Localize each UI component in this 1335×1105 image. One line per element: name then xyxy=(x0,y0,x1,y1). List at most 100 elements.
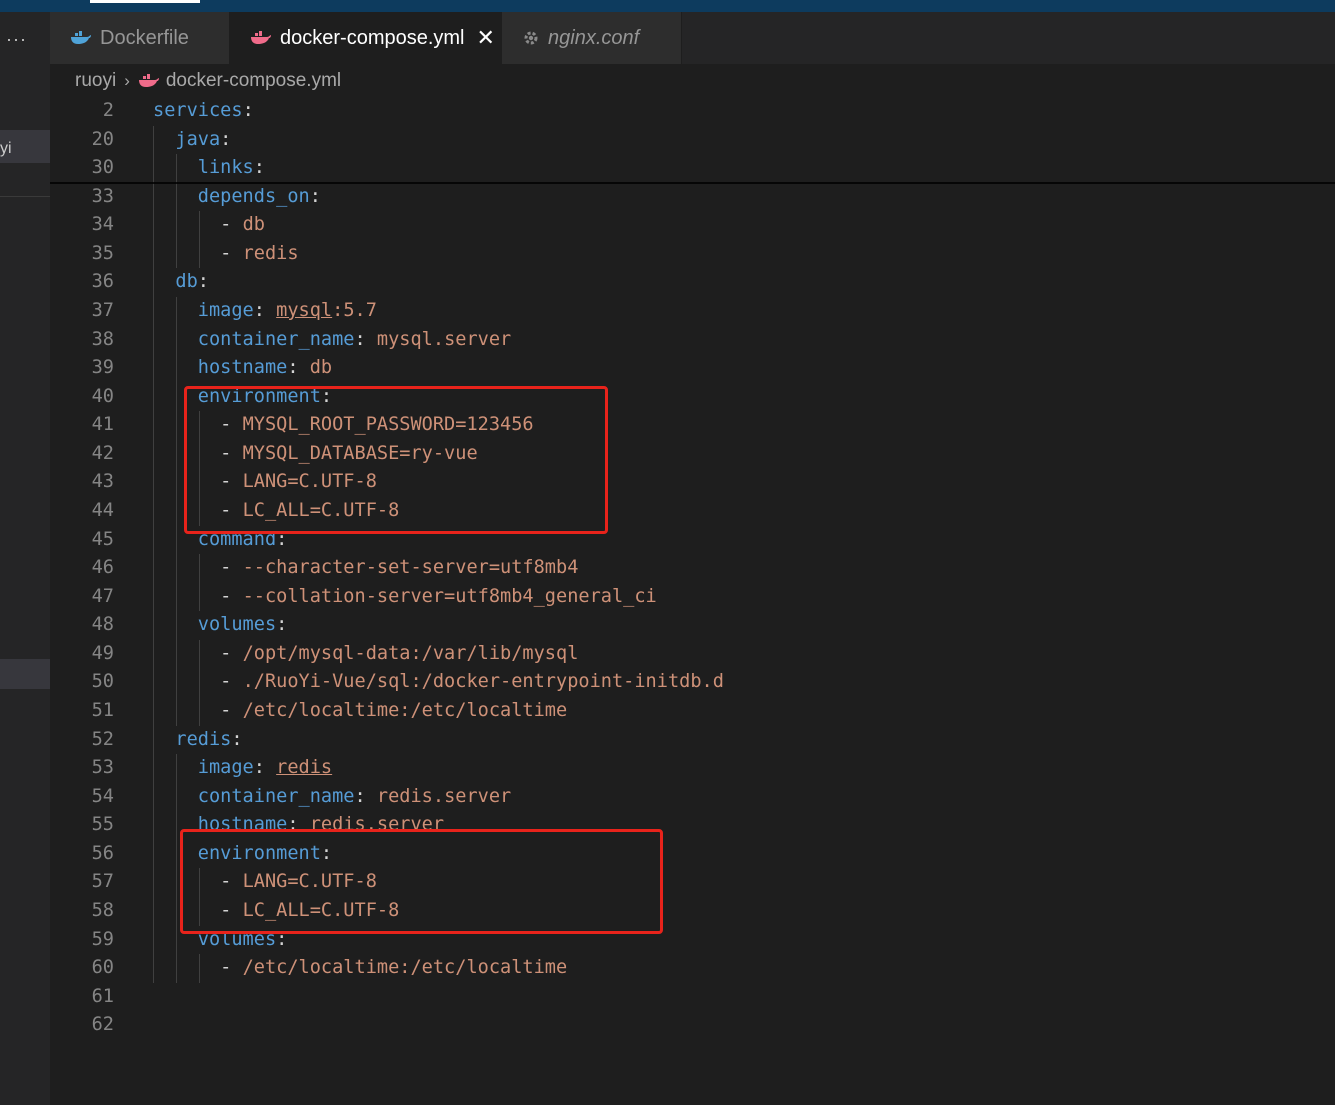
code-line[interactable]: 47 - --collation-server=utf8mb4_general_… xyxy=(50,583,1335,611)
code-line[interactable]: 54 container_name: redis.server xyxy=(50,783,1335,811)
code-line[interactable]: 30 links: xyxy=(50,154,1335,182)
yaml-key: redis xyxy=(175,728,232,750)
code-line[interactable]: 53 image: redis xyxy=(50,754,1335,782)
more-actions-icon[interactable]: ··· xyxy=(6,30,27,48)
yaml-key: command xyxy=(197,528,277,550)
code-line[interactable]: 61 xyxy=(50,983,1335,1011)
window-title-bar xyxy=(0,0,1335,12)
line-content: redis: xyxy=(153,726,243,754)
line-number: 54 xyxy=(91,785,114,807)
code-line[interactable]: 62 xyxy=(50,1011,1335,1039)
yaml-list-dash: - xyxy=(220,214,243,236)
line-content: - LC_ALL=C.UTF-8 xyxy=(153,497,399,525)
code-line[interactable]: 46 - --character-set-server=utf8mb4 xyxy=(50,554,1335,582)
code-line[interactable]: 52 redis: xyxy=(50,726,1335,754)
yaml-key: volumes xyxy=(197,614,277,636)
indent-guide xyxy=(199,211,201,269)
line-content: - ./RuoYi-Vue/sql:/docker-entrypoint-ini… xyxy=(153,668,724,696)
title-selection-bar xyxy=(90,0,200,3)
code-line[interactable]: 33 depends_on: xyxy=(50,183,1335,211)
code-line[interactable]: 58 - LC_ALL=C.UTF-8 xyxy=(50,897,1335,925)
yaml-key: image xyxy=(197,757,254,779)
yaml-colon: : xyxy=(231,728,243,750)
yaml-value: ./RuoYi-Vue/sql:/docker-entrypoint-initd… xyxy=(242,671,724,693)
breadcrumb: ruoyi › docker-compose.yml xyxy=(75,68,341,94)
code-line[interactable]: 59 volumes: xyxy=(50,926,1335,954)
code-line[interactable]: 56 environment: xyxy=(50,840,1335,868)
line-number: 45 xyxy=(91,528,114,550)
indent-guide xyxy=(199,868,201,926)
code-line[interactable]: 40 environment: xyxy=(50,383,1335,411)
code-line[interactable]: 45 command: xyxy=(50,526,1335,554)
yaml-list-dash: - xyxy=(220,557,243,579)
breadcrumb-file[interactable]: docker-compose.yml xyxy=(166,70,341,92)
line-number: 47 xyxy=(91,585,114,607)
yaml-value: LANG=C.UTF-8 xyxy=(242,471,377,493)
tab-dockerfile[interactable]: Dockerfile xyxy=(50,12,230,64)
line-content: - /etc/localtime:/etc/localtime xyxy=(153,954,567,982)
code-line[interactable]: 2 services: xyxy=(50,97,1335,125)
breadcrumb-folder[interactable]: ruoyi xyxy=(75,70,116,92)
sidebar-item-hover[interactable] xyxy=(0,659,50,689)
yaml-value: /opt/mysql-data:/var/lib/mysql xyxy=(242,642,579,664)
code-line[interactable]: 57 - LANG=C.UTF-8 xyxy=(50,868,1335,896)
indent-guide xyxy=(199,411,201,526)
code-line[interactable]: 49 - /opt/mysql-data:/var/lib/mysql xyxy=(50,640,1335,668)
line-number: 42 xyxy=(91,442,114,464)
code-line[interactable]: 38 container_name: mysql.server xyxy=(50,326,1335,354)
yaml-key: volumes xyxy=(197,928,277,950)
code-line[interactable]: 20 java: xyxy=(50,126,1335,154)
tab-nginx-conf[interactable]: nginx.conf xyxy=(502,12,682,64)
tab-label: Dockerfile xyxy=(100,26,189,49)
code-editor[interactable]: 2 services: 20 java: 30 links: 33 depends_on… xyxy=(50,97,1335,1105)
line-number: 60 xyxy=(91,957,114,979)
line-number: 2 xyxy=(102,100,114,121)
line-content: - LANG=C.UTF-8 xyxy=(153,468,377,496)
line-number: 48 xyxy=(91,614,114,636)
line-number: 61 xyxy=(91,985,114,1007)
code-line[interactable]: 42 - MYSQL_DATABASE=ry-vue xyxy=(50,440,1335,468)
tab-docker-compose[interactable]: docker-compose.yml ✕ xyxy=(230,12,502,64)
code-line[interactable]: 51 - /etc/localtime:/etc/localtime xyxy=(50,697,1335,725)
gear-icon xyxy=(524,31,538,45)
yaml-list-dash: - xyxy=(220,871,243,893)
code-line[interactable]: 41 - MYSQL_ROOT_PASSWORD=123456 xyxy=(50,411,1335,439)
docker-whale-icon xyxy=(71,31,91,44)
code-line[interactable]: 35 - redis xyxy=(50,240,1335,268)
yaml-colon: : xyxy=(276,928,288,950)
code-line[interactable]: 39 hostname: db xyxy=(50,354,1335,382)
indent-guide xyxy=(176,754,178,983)
line-number: 46 xyxy=(91,557,114,579)
line-content: - --collation-server=utf8mb4_general_ci xyxy=(153,583,657,611)
code-line[interactable]: 43 - LANG=C.UTF-8 xyxy=(50,468,1335,496)
yaml-key: hostname xyxy=(197,814,288,836)
line-number: 39 xyxy=(91,357,114,379)
yaml-list-dash: - xyxy=(220,499,243,521)
code-line[interactable]: 37 image: mysql:5.7 xyxy=(50,297,1335,325)
code-line[interactable]: 36 db: xyxy=(50,268,1335,296)
yaml-key: hostname xyxy=(197,357,288,379)
line-content: - db xyxy=(153,211,265,239)
sidebar-item-label: yi xyxy=(0,140,12,157)
line-content: environment: xyxy=(153,383,332,411)
close-icon[interactable]: ✕ xyxy=(477,25,495,51)
yaml-colon: : xyxy=(287,357,310,379)
line-content: - MYSQL_DATABASE=ry-vue xyxy=(153,440,477,468)
code-line[interactable]: 34 - db xyxy=(50,211,1335,239)
line-content: environment: xyxy=(153,840,332,868)
line-number: 41 xyxy=(91,414,114,436)
yaml-key: environment xyxy=(197,385,321,407)
code-line[interactable]: 44 - LC_ALL=C.UTF-8 xyxy=(50,497,1335,525)
line-number: 58 xyxy=(91,899,114,921)
code-line[interactable]: 50 - ./RuoYi-Vue/sql:/docker-entrypoint-… xyxy=(50,668,1335,696)
line-content: - LANG=C.UTF-8 xyxy=(153,868,377,896)
code-line[interactable]: 60 - /etc/localtime:/etc/localtime xyxy=(50,954,1335,982)
yaml-list-dash: - xyxy=(220,471,243,493)
code-line[interactable]: 55 hostname: redis.server xyxy=(50,811,1335,839)
yaml-key: depends_on xyxy=(197,185,310,207)
code-line[interactable]: 48 volumes: xyxy=(50,611,1335,639)
